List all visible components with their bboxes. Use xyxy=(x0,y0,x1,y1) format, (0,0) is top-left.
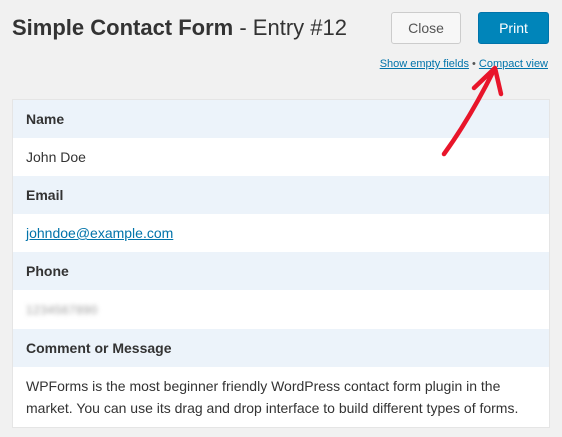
page-title: Simple Contact Form - Entry #12 xyxy=(12,14,347,42)
view-options: Show empty fields • Compact view xyxy=(380,58,548,70)
field-label-message: Comment or Message xyxy=(13,329,549,367)
entry-number: - Entry #12 xyxy=(233,15,347,40)
form-name: Simple Contact Form xyxy=(12,15,234,40)
field-value-name: John Doe xyxy=(13,138,549,176)
show-empty-fields-link[interactable]: Show empty fields xyxy=(380,58,469,70)
field-value-phone: 1234567890 xyxy=(13,290,549,329)
close-button[interactable]: Close xyxy=(391,12,461,44)
field-value-message: WPForms is the most beginner friendly Wo… xyxy=(13,367,549,427)
link-separator: • xyxy=(468,58,479,70)
compact-view-link[interactable]: Compact view xyxy=(479,58,548,70)
field-label-email: Email xyxy=(13,176,549,214)
entry-fields: Name John Doe Email johndoe@example.com … xyxy=(12,99,550,428)
modal-header: Simple Contact Form - Entry #12 Close Pr… xyxy=(0,0,562,56)
field-label-phone: Phone xyxy=(13,252,549,290)
email-link[interactable]: johndoe@example.com xyxy=(26,225,173,241)
field-label-name: Name xyxy=(13,100,549,138)
print-button[interactable]: Print xyxy=(478,12,549,44)
phone-number-blurred: 1234567890 xyxy=(26,303,98,317)
arrow-head xyxy=(471,65,504,97)
field-value-email: johndoe@example.com xyxy=(13,214,549,252)
